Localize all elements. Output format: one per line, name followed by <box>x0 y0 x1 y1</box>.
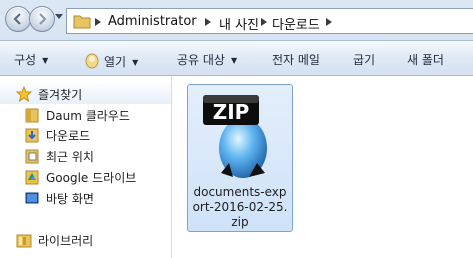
chevron-down-icon: ▼ <box>132 58 139 67</box>
navigation-pane: 즐겨찾기 Daum 클라우드 다운로드 최근 위치 Google 드라이브 바탕… <box>0 76 172 258</box>
google-drive-icon <box>25 170 39 185</box>
sidebar-item-libraries[interactable]: 라이브러리 <box>0 230 171 250</box>
libraries-label: 라이브러리 <box>38 234 94 248</box>
open-button[interactable]: 열기 ▼ <box>84 49 138 70</box>
breadcrumb-downloads[interactable]: 다운로드 <box>272 14 320 33</box>
address-row: Administrator 내 사진 다운로드 <box>0 0 473 40</box>
new-folder-label: 새 폴더 <box>407 53 444 67</box>
desktop-icon <box>25 192 39 204</box>
folder-icon <box>73 15 91 29</box>
new-folder-button[interactable]: 새 폴더 <box>407 51 444 68</box>
forward-button[interactable] <box>29 6 55 32</box>
chevron-down-icon: ▼ <box>230 56 238 65</box>
sidebar-item-favorites[interactable]: 즐겨찾기 <box>0 84 171 104</box>
star-icon <box>16 86 32 102</box>
sidebar-item-label: Daum 클라우드 <box>46 109 130 123</box>
organize-button[interactable]: 구성 ▼ <box>14 51 48 68</box>
sidebar-item-downloads[interactable]: 다운로드 <box>0 125 171 145</box>
share-label: 공유 대상 <box>177 53 225 67</box>
burn-button[interactable]: 굽기 <box>353 51 375 68</box>
folder-icon <box>25 108 39 123</box>
file-list-area[interactable]: ZIP documents-export-2016-02-25.zip <box>172 76 473 258</box>
explorer-window: Administrator 내 사진 다운로드 구성 ▼ 열기 ▼ 공유 대상 … <box>0 0 473 258</box>
email-label: 전자 메일 <box>272 53 320 67</box>
open-label: 열기 <box>104 55 127 69</box>
share-with-button[interactable]: 공유 대상 ▼ <box>177 51 237 68</box>
zip-archive-icon: ZIP <box>203 95 267 178</box>
sidebar-item-daum-cloud[interactable]: Daum 클라우드 <box>0 105 171 125</box>
command-bar: 구성 ▼ 열기 ▼ 공유 대상 ▼ 전자 메일 굽기 새 폴더 <box>0 40 473 76</box>
arrow-left-icon <box>13 13 21 25</box>
download-folder-icon <box>25 128 39 143</box>
organize-label: 구성 <box>14 53 37 67</box>
breadcrumb-separator-icon[interactable] <box>326 18 332 26</box>
sidebar-item-label: 다운로드 <box>46 129 91 143</box>
breadcrumb-administrator[interactable]: Administrator <box>108 14 197 29</box>
sidebar-item-label: Google 드라이브 <box>46 171 137 185</box>
recent-places-icon <box>25 149 39 164</box>
file-item[interactable]: ZIP documents-export-2016-02-25.zip <box>187 84 293 232</box>
file-name: documents-export-2016-02-25.zip <box>192 185 288 229</box>
sidebar-item-google-drive[interactable]: Google 드라이브 <box>0 167 171 187</box>
address-bar[interactable]: Administrator 내 사진 다운로드 <box>66 8 473 34</box>
email-button[interactable]: 전자 메일 <box>272 51 320 68</box>
open-with-app-icon <box>85 53 99 69</box>
chevron-down-icon: ▼ <box>42 56 49 65</box>
back-button[interactable] <box>5 6 31 32</box>
sidebar-item-recent-places[interactable]: 최근 위치 <box>0 146 171 166</box>
breadcrumb-separator-icon[interactable] <box>95 18 101 26</box>
arrow-right-icon <box>39 13 47 25</box>
sidebar-item-label: 최근 위치 <box>46 150 94 164</box>
breadcrumb-separator-icon[interactable] <box>261 18 267 26</box>
breadcrumb-separator-icon[interactable] <box>205 18 211 26</box>
breadcrumb-my-pictures[interactable]: 내 사진 <box>219 14 259 33</box>
library-icon <box>16 234 32 248</box>
favorites-label: 즐겨찾기 <box>38 88 83 102</box>
burn-label: 굽기 <box>353 53 376 67</box>
sidebar-item-desktop[interactable]: 바탕 화면 <box>0 188 171 208</box>
sidebar-item-label: 바탕 화면 <box>46 192 94 206</box>
zip-badge-text: ZIP <box>213 100 250 124</box>
recent-pages-dropdown-icon[interactable] <box>55 14 63 20</box>
